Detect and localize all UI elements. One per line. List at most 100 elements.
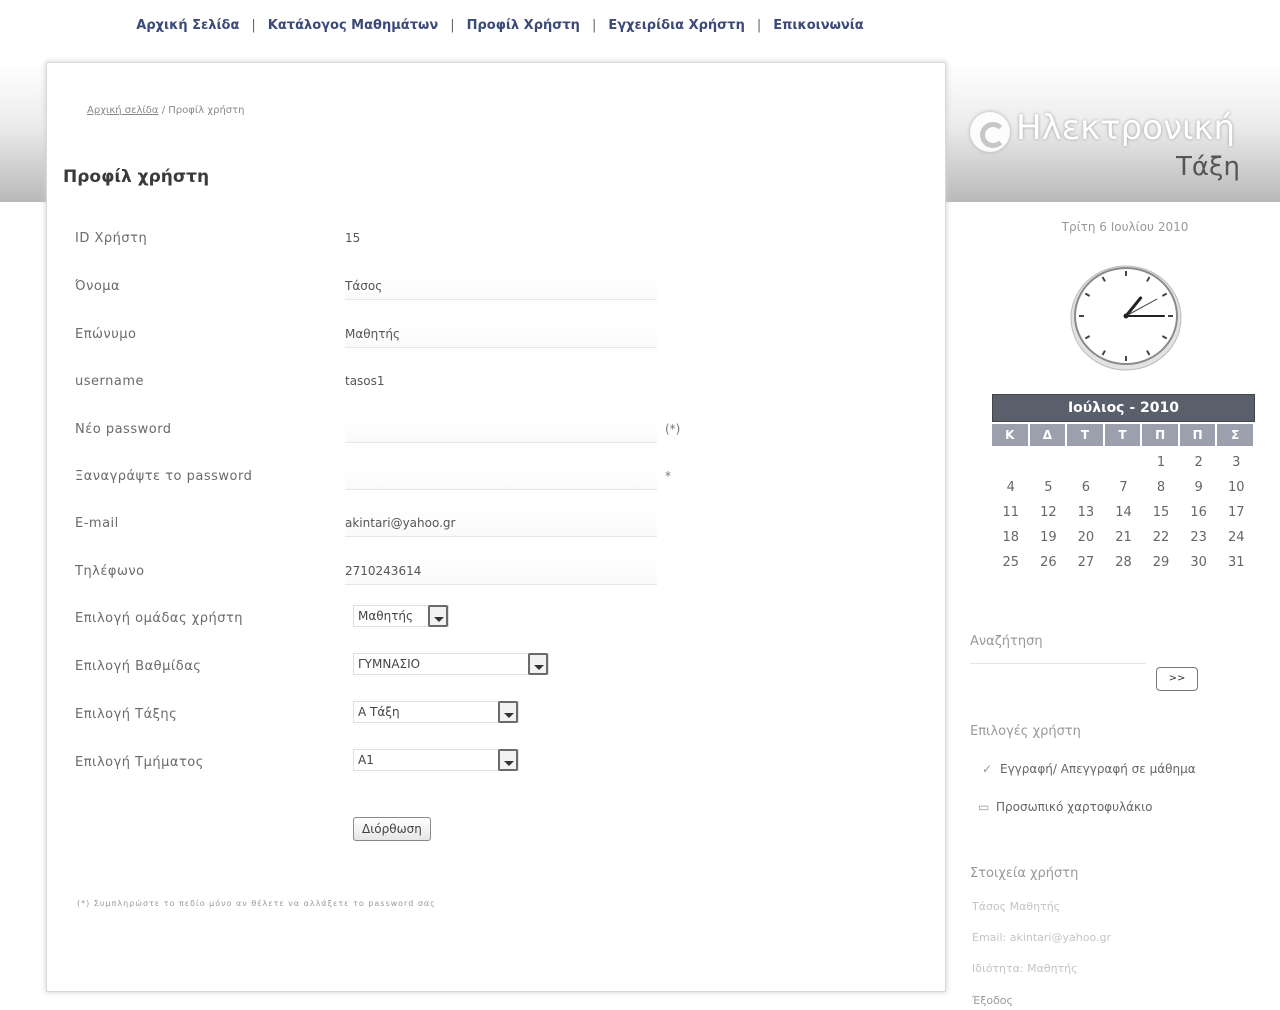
- calendar: Ιούλιος - 2010 Κ Δ Τ Τ Π Π Σ 1 2 3 4 5 6 7 8 9 10…: [992, 394, 1256, 575]
- submit-button[interactable]: Διόρθωση: [353, 817, 431, 841]
- row-user-id: ID Χρήστη 15: [75, 231, 675, 255]
- calendar-day[interactable]: 2: [1180, 450, 1218, 475]
- new-password-field[interactable]: [345, 416, 657, 443]
- calendar-day[interactable]: 4: [992, 475, 1030, 500]
- email-value: akintari@yahoo.gr: [345, 516, 456, 530]
- calendar-day[interactable]: 31: [1217, 550, 1255, 575]
- side-link-portfolio[interactable]: ▭ Προσωπικό χαρτοφυλάκιο: [978, 800, 1153, 814]
- retype-password-mark: *: [665, 469, 671, 483]
- nav-course-catalog[interactable]: Κατάλογος Μαθημάτων: [268, 18, 438, 33]
- calendar-day[interactable]: 25: [992, 550, 1030, 575]
- phone-value: 2710243614: [345, 564, 422, 578]
- calendar-day[interactable]: [1067, 450, 1105, 475]
- breadcrumb-separator: /: [161, 105, 166, 116]
- calendar-day[interactable]: 27: [1067, 550, 1105, 575]
- new-password-label: Νέο password: [75, 422, 172, 437]
- calendar-day[interactable]: 3: [1217, 450, 1255, 475]
- calendar-day[interactable]: 22: [1142, 525, 1180, 550]
- weekday-header: Τ: [1105, 424, 1143, 446]
- grade-select[interactable]: ΓΥΜΝΑΣΙΟ: [353, 653, 549, 675]
- row-new-password: Νέο password (*): [75, 416, 680, 446]
- first-name-label: Όνομα: [75, 279, 121, 294]
- calendar-day[interactable]: 14: [1105, 500, 1143, 525]
- calendar-day[interactable]: 21: [1105, 525, 1143, 550]
- nav-contact[interactable]: Επικοινωνία: [773, 18, 863, 33]
- user-group-select[interactable]: Μαθητής: [353, 605, 449, 627]
- chevron-down-icon[interactable]: [498, 749, 518, 771]
- checkmark-icon: ✓: [982, 762, 993, 776]
- class-select[interactable]: Α Τάξη: [353, 701, 519, 723]
- portfolio-link-label: Προσωπικό χαρτοφυλάκιο: [996, 800, 1153, 814]
- user-group-label: Επιλογή ομάδας χρήστη: [75, 611, 244, 626]
- user-info-role: Ιδιότητα: Μαθητής: [972, 962, 1078, 975]
- logo-icon: [970, 112, 1010, 152]
- row-first-name: Όνομα Τάσος: [75, 273, 675, 303]
- grade-label: Επιλογή Βαθμίδας: [75, 659, 202, 674]
- top-navigation: Αρχική Σελίδα | Κατάλογος Μαθημάτων | Προφίλ…: [136, 18, 864, 33]
- class-value: Α Τάξη: [358, 705, 400, 719]
- calendar-day[interactable]: 15: [1142, 500, 1180, 525]
- calendar-day[interactable]: [1105, 450, 1143, 475]
- calendar-day[interactable]: 28: [1105, 550, 1143, 575]
- calendar-day[interactable]: 10: [1217, 475, 1255, 500]
- calendar-day[interactable]: 6: [1067, 475, 1105, 500]
- class-label: Επιλογή Τάξης: [75, 707, 178, 722]
- calendar-day[interactable]: 13: [1067, 500, 1105, 525]
- logo-line1: Ηλεκτρονική: [1016, 108, 1236, 148]
- nav-user-profile[interactable]: Προφίλ Χρήστη: [467, 18, 580, 33]
- weekday-header: Δ: [1030, 424, 1068, 446]
- retype-password-label: Ξαναγράψτε το password: [75, 469, 253, 484]
- calendar-day[interactable]: 16: [1180, 500, 1218, 525]
- section-select[interactable]: Α1: [353, 749, 519, 771]
- search-button[interactable]: >>: [1156, 667, 1198, 691]
- calendar-day[interactable]: 12: [1030, 500, 1068, 525]
- chevron-down-icon[interactable]: [498, 701, 518, 723]
- password-footnote: (*) Συμπληρώστε το πεδίο μόνο αν θέλετε …: [77, 899, 436, 908]
- retype-password-field[interactable]: [345, 463, 657, 490]
- logo-line2: Τάξη: [1176, 152, 1240, 182]
- user-info-email: Email: akintari@yahoo.gr: [972, 931, 1111, 944]
- user-options-title: Επιλογές χρήστη: [970, 724, 1081, 739]
- calendar-day[interactable]: 29: [1142, 550, 1180, 575]
- calendar-day[interactable]: 17: [1217, 500, 1255, 525]
- email-label: E-mail: [75, 516, 119, 531]
- calendar-day[interactable]: 5: [1030, 475, 1068, 500]
- site-logo: Ηλεκτρονική Τάξη: [968, 108, 1248, 188]
- chevron-down-icon[interactable]: [528, 653, 548, 675]
- first-name-field[interactable]: [345, 273, 657, 300]
- weekday-header: Κ: [992, 424, 1030, 446]
- calendar-day[interactable]: 24: [1217, 525, 1255, 550]
- search-input[interactable]: [970, 662, 1146, 664]
- calendar-weekdays: Κ Δ Τ Τ Π Π Σ: [992, 424, 1256, 446]
- calendar-day[interactable]: 11: [992, 500, 1030, 525]
- main-content-panel: Αρχική σελίδα / Προφίλ χρήστη Προφίλ χρή…: [46, 62, 946, 992]
- calendar-day[interactable]: 9: [1180, 475, 1218, 500]
- calendar-day[interactable]: 19: [1030, 525, 1068, 550]
- row-class: Επιλογή Τάξης Α Τάξη: [75, 701, 675, 731]
- calendar-day[interactable]: 23: [1180, 525, 1218, 550]
- calendar-day[interactable]: [992, 450, 1030, 475]
- weekday-header: Π: [1142, 424, 1180, 446]
- calendar-day[interactable]: [1030, 450, 1068, 475]
- calendar-day[interactable]: 8: [1142, 475, 1180, 500]
- calendar-day[interactable]: 18: [992, 525, 1030, 550]
- user-id-value: 15: [345, 231, 361, 245]
- weekday-header: Τ: [1067, 424, 1105, 446]
- row-last-name: Επώνυμο Μαθητής: [75, 321, 675, 351]
- row-email: E-mail akintari@yahoo.gr: [75, 510, 675, 540]
- chevron-down-icon[interactable]: [428, 605, 448, 627]
- calendar-day[interactable]: 26: [1030, 550, 1068, 575]
- logout-link[interactable]: Έξοδος: [972, 994, 1013, 1007]
- username-value: tasos1: [345, 374, 385, 388]
- side-link-enrollment[interactable]: ✓ Εγγραφή/ Απεγγραφή σε μάθημα: [982, 762, 1196, 776]
- nav-user-manuals[interactable]: Εγχειρίδια Χρήστη: [608, 18, 745, 33]
- page-title: Προφίλ χρήστη: [63, 167, 210, 187]
- calendar-day[interactable]: 30: [1180, 550, 1218, 575]
- calendar-day[interactable]: 20: [1067, 525, 1105, 550]
- calendar-day[interactable]: 7: [1105, 475, 1143, 500]
- calendar-day[interactable]: 1: [1142, 450, 1180, 475]
- clock-icon: [1070, 265, 1182, 371]
- breadcrumb-home-link[interactable]: Αρχική σελίδα: [87, 105, 159, 116]
- user-group-value: Μαθητής: [358, 609, 414, 623]
- nav-home[interactable]: Αρχική Σελίδα: [136, 18, 239, 33]
